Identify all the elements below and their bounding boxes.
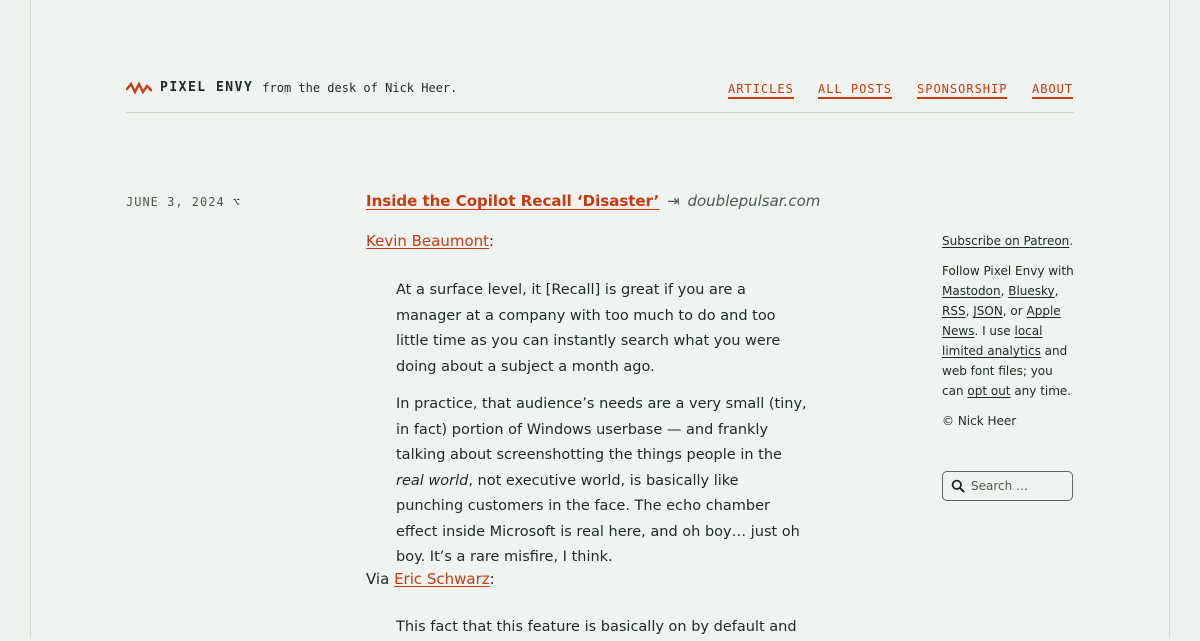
pixel-envy-logo-icon <box>126 80 152 95</box>
post-date[interactable]: JUNE 3, 2024 ⌥ <box>126 195 241 209</box>
rss-link[interactable]: RSS <box>942 304 966 318</box>
quote-paragraph-3: This fact that this feature is basically… <box>396 619 797 635</box>
nav-all-posts[interactable]: ALL POSTS <box>818 82 893 99</box>
sidebar-subscribe: Subscribe on Patreon. <box>942 231 1078 251</box>
search-icon <box>951 479 965 493</box>
post-title: Inside the Copilot Recall ‘Disaster’ ⇥ d… <box>366 192 820 210</box>
site-tagline: from the desk of Nick Heer. <box>262 80 458 95</box>
quote-p2-emphasis: real world <box>396 472 469 489</box>
mastodon-link[interactable]: Mastodon <box>942 284 1001 298</box>
post-source-domain: doublepulsar.com <box>687 192 821 210</box>
quote-paragraph-1: At a surface level, it [Recall] is great… <box>396 282 781 375</box>
via-line: Via Eric Schwarz: <box>366 567 495 593</box>
post-attribution: Kevin Beaumont: <box>366 229 494 255</box>
opt-suffix: any time. <box>1010 384 1072 398</box>
follow-prefix: Follow Pixel Envy with <box>942 264 1074 278</box>
json-link[interactable]: JSON <box>973 304 1003 318</box>
nav-articles[interactable]: ARTICLES <box>728 82 794 99</box>
site-brand[interactable]: PIXEL ENVY <box>160 80 253 95</box>
opt-out-link[interactable]: opt out <box>967 384 1010 398</box>
site-logo[interactable]: PIXEL ENVY from the desk of Nick Heer. <box>126 80 457 95</box>
via-link[interactable]: Eric Schwarz <box>394 570 490 588</box>
analytics-prefix: . I use <box>974 324 1015 338</box>
nav-about[interactable]: ABOUT <box>1032 82 1074 99</box>
author-link[interactable]: Kevin Beaumont <box>366 232 489 250</box>
quote-paragraph-2: In practice, that audience’s needs are a… <box>396 392 808 571</box>
subscribe-patreon-link[interactable]: Subscribe on Patreon <box>942 234 1069 248</box>
colon: : <box>489 570 495 588</box>
search-input[interactable] <box>971 479 1071 493</box>
nav-sponsorship[interactable]: SPONSORSHIP <box>917 82 1008 99</box>
external-link-arrow-icon: ⇥ <box>667 192 680 210</box>
period: . <box>1069 234 1074 248</box>
search-box[interactable] <box>942 471 1073 501</box>
colon: : <box>489 232 495 250</box>
via-prefix: Via <box>366 570 395 588</box>
quote-p2-text-a: In practice, that audience’s needs are a… <box>396 396 807 463</box>
sidebar-follow: Follow Pixel Envy with Mastodon, Bluesky… <box>942 264 1074 398</box>
sidebar-copyright: © Nick Heer <box>942 414 1017 428</box>
bluesky-link[interactable]: Bluesky <box>1008 284 1054 298</box>
header-divider <box>126 112 1074 113</box>
post-title-link[interactable]: Inside the Copilot Recall ‘Disaster’ <box>366 192 659 210</box>
